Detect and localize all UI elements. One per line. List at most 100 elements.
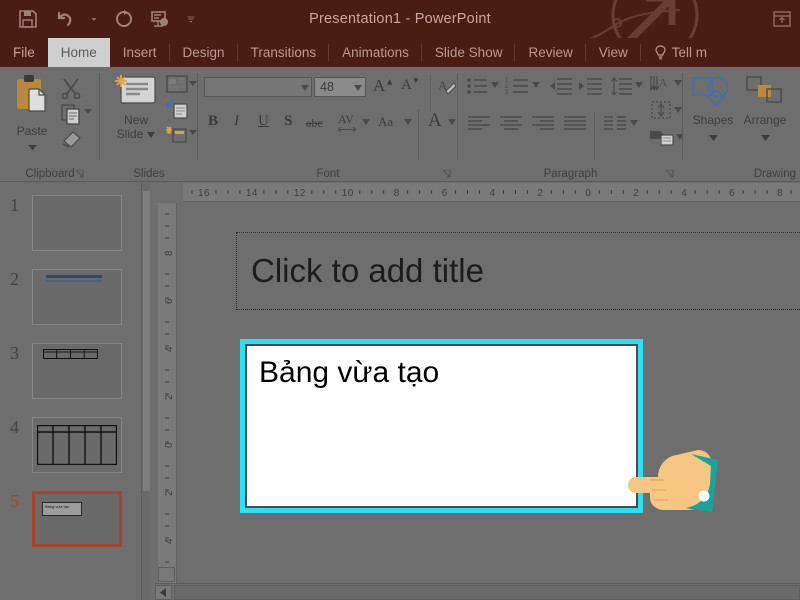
shapes-button[interactable]: Shapes	[687, 75, 739, 146]
thumbnail-panel-scrollbar[interactable]	[141, 183, 150, 600]
new-slide-button[interactable]: New Slide	[108, 73, 164, 142]
align-center-icon[interactable]	[500, 115, 522, 131]
horizontal-scroll-track[interactable]	[174, 585, 800, 600]
text-box-content[interactable]: Bảng vừa tạo	[245, 344, 638, 508]
paste-button[interactable]: Paste	[8, 73, 56, 156]
decrease-font-size-button[interactable]: A▼	[401, 76, 420, 94]
tab-file[interactable]: File	[0, 38, 48, 67]
undo-icon[interactable]	[54, 9, 74, 29]
slide-thumb-preview-5[interactable]: Bảng vừa tạo	[32, 491, 122, 547]
arrange-button[interactable]: Arrange	[739, 75, 791, 146]
title-placeholder[interactable]: Click to add title	[236, 232, 800, 310]
numbering-icon[interactable]: 123	[505, 77, 529, 95]
tab-slide-show[interactable]: Slide Show	[422, 38, 516, 67]
line-spacing-icon[interactable]	[610, 77, 632, 95]
tab-animations[interactable]: Animations	[329, 38, 422, 67]
line-spacing-dropdown-icon[interactable]	[635, 82, 643, 88]
scroll-left-button[interactable]	[155, 585, 172, 600]
arrange-dropdown-icon[interactable]	[761, 135, 770, 141]
ribbon-display-options-icon[interactable]	[772, 9, 792, 29]
clear-formatting-icon[interactable]: A	[438, 77, 456, 97]
horizontal-ruler[interactable]: 16 · 14 · 12 · 10 · 8 · 6 · 4 · 2 · 0 · …	[183, 183, 800, 202]
svg-text:3: 3	[505, 90, 509, 95]
tab-design[interactable]: Design	[170, 38, 238, 67]
shapes-dropdown-icon[interactable]	[709, 135, 718, 141]
font-color-button[interactable]: A	[428, 110, 442, 132]
italic-button[interactable]: I	[234, 113, 239, 130]
character-spacing-button[interactable]: AV	[338, 112, 356, 132]
slide-thumb-preview-2[interactable]	[32, 269, 122, 325]
start-presentation-icon[interactable]	[150, 9, 170, 29]
layout-icon[interactable]	[166, 75, 188, 93]
quick-access-toolbar[interactable]	[18, 0, 196, 38]
numbering-dropdown-icon[interactable]	[532, 82, 540, 88]
font-size-dropdown-icon[interactable]	[354, 85, 362, 91]
slide-canvas[interactable]: Click to add title Bảng vừa tạo	[178, 203, 800, 583]
align-left-icon[interactable]	[468, 115, 490, 131]
align-text-icon[interactable]	[650, 100, 672, 120]
slide-thumb-preview-3[interactable]	[32, 343, 122, 399]
tab-view[interactable]: View	[586, 38, 641, 67]
font-size-input[interactable]: 48	[314, 77, 366, 97]
increase-font-size-button[interactable]: A▲	[373, 76, 394, 96]
change-case-button[interactable]: Aa	[378, 114, 393, 130]
undo-dropdown-icon[interactable]	[90, 9, 98, 29]
bold-button[interactable]: B	[208, 113, 218, 130]
align-right-icon[interactable]	[532, 115, 554, 131]
redo-icon[interactable]	[114, 9, 134, 29]
selected-text-box[interactable]: Bảng vừa tạo	[240, 339, 643, 513]
vertical-ruler[interactable]: 8 6 4 2 0 2 4	[158, 203, 177, 583]
paragraph-dialog-launcher-icon[interactable]	[666, 170, 675, 179]
layout-dropdown-icon[interactable]	[189, 80, 197, 87]
tab-review[interactable]: Review	[515, 38, 585, 67]
character-spacing-dropdown-icon[interactable]	[362, 119, 370, 125]
format-painter-icon[interactable]	[61, 129, 83, 149]
tab-insert[interactable]: Insert	[110, 38, 170, 67]
strikethrough-button[interactable]: abc	[306, 116, 323, 131]
save-icon[interactable]	[18, 9, 38, 29]
arrange-label: Arrange	[739, 114, 791, 128]
copy-icon[interactable]	[60, 103, 82, 125]
section-dropdown-icon[interactable]	[189, 129, 197, 136]
tab-transitions[interactable]: Transitions	[238, 38, 330, 67]
font-name-dropdown-icon[interactable]	[301, 85, 309, 91]
align-text-dropdown-icon[interactable]	[674, 107, 682, 113]
increase-indent-icon[interactable]	[578, 77, 602, 95]
section-icon[interactable]	[166, 124, 188, 144]
character-spacing-label: AV	[338, 112, 354, 126]
font-name-input[interactable]	[204, 77, 312, 97]
scissors-icon[interactable]	[60, 77, 82, 99]
slide-thumbnail-panel[interactable]: 1 2 3 4	[0, 183, 150, 600]
copy-dropdown-icon[interactable]	[84, 108, 92, 115]
convert-to-smartart-icon[interactable]	[650, 127, 674, 147]
underline-button[interactable]: U	[258, 113, 269, 130]
justify-icon[interactable]	[564, 115, 586, 131]
reset-icon[interactable]	[166, 100, 188, 120]
bullets-dropdown-icon[interactable]	[491, 82, 499, 88]
font-dialog-launcher-icon[interactable]	[443, 170, 452, 179]
horizontal-scrollbar[interactable]	[155, 583, 800, 600]
tab-home[interactable]: Home	[48, 38, 110, 67]
shapes-label: Shapes	[687, 114, 739, 128]
new-slide-dropdown-icon[interactable]	[147, 132, 155, 138]
font-color-dropdown-icon[interactable]	[448, 119, 456, 125]
change-case-dropdown-icon[interactable]	[404, 119, 412, 125]
slide-thumb-preview-1[interactable]	[32, 195, 122, 251]
tab-tell-me[interactable]: Tell m	[641, 38, 720, 67]
columns-icon[interactable]	[604, 115, 626, 131]
bullets-icon[interactable]	[466, 77, 488, 95]
paste-dropdown-icon[interactable]	[28, 144, 37, 151]
tab-insert-label: Insert	[123, 45, 157, 60]
text-shadow-button[interactable]: S	[284, 113, 292, 130]
text-direction-dropdown-icon[interactable]	[674, 80, 682, 86]
thumbnail-scroll-thumb[interactable]	[143, 191, 150, 491]
customize-qat-icon[interactable]	[186, 9, 196, 29]
scroll-left-arrow-icon	[160, 588, 167, 597]
clipboard-dialog-launcher-icon[interactable]	[76, 170, 85, 179]
decrease-indent-icon[interactable]	[548, 77, 572, 95]
text-direction-icon[interactable]: A	[650, 75, 672, 93]
ribbon-tabs[interactable]: File Home Insert Design Transitions Anim…	[0, 38, 800, 67]
columns-dropdown-icon[interactable]	[630, 120, 638, 126]
slide-thumb-preview-4[interactable]	[32, 417, 122, 473]
vertical-scroll-up-button[interactable]	[158, 567, 175, 582]
